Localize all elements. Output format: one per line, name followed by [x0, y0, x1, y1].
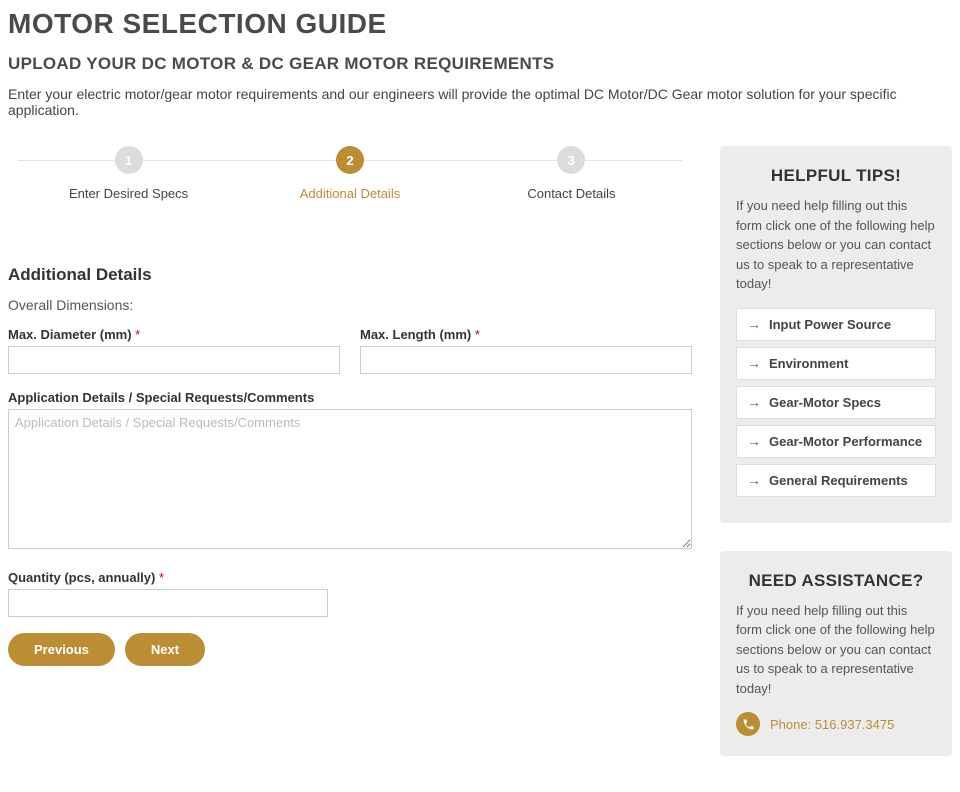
max-diameter-label: Max. Diameter (mm) *	[8, 327, 340, 342]
need-assistance-box: NEED ASSISTANCE? If you need help fillin…	[720, 551, 952, 757]
tip-item-general-requirements[interactable]: → General Requirements	[736, 464, 936, 497]
required-star: *	[135, 327, 140, 342]
previous-button[interactable]: Previous	[8, 633, 115, 666]
quantity-label-text: Quantity (pcs, annually)	[8, 570, 155, 585]
step-circle-1: 1	[115, 146, 143, 174]
tip-label: Gear-Motor Specs	[769, 395, 881, 410]
page-subtitle: UPLOAD YOUR DC MOTOR & DC GEAR MOTOR REQ…	[8, 54, 952, 74]
phone-label: Phone: 516.937.3475	[770, 717, 894, 732]
arrow-right-icon: →	[747, 473, 761, 487]
tip-label: Environment	[769, 356, 848, 371]
phone-link[interactable]: Phone: 516.937.3475	[736, 712, 936, 736]
helpful-tips-title: HELPFUL TIPS!	[736, 166, 936, 186]
arrow-right-icon: →	[747, 356, 761, 370]
app-details-textarea[interactable]	[8, 409, 692, 549]
arrow-right-icon: →	[747, 434, 761, 448]
page-title: MOTOR SELECTION GUIDE	[8, 8, 952, 40]
required-star: *	[475, 327, 480, 342]
helpful-tips-box: HELPFUL TIPS! If you need help filling o…	[720, 146, 952, 523]
required-star: *	[159, 570, 164, 585]
step-circle-2: 2	[336, 146, 364, 174]
quantity-input[interactable]	[8, 589, 328, 617]
step-label-3: Contact Details	[527, 186, 615, 201]
tip-item-gear-motor-specs[interactable]: → Gear-Motor Specs	[736, 386, 936, 419]
tip-label: Gear-Motor Performance	[769, 434, 922, 449]
step-circle-3: 3	[557, 146, 585, 174]
tip-item-gear-motor-performance[interactable]: → Gear-Motor Performance	[736, 425, 936, 458]
next-button[interactable]: Next	[125, 633, 205, 666]
section-title-additional-details: Additional Details	[8, 265, 692, 285]
max-diameter-input[interactable]	[8, 346, 340, 374]
tip-item-environment[interactable]: → Environment	[736, 347, 936, 380]
tip-item-input-power[interactable]: → Input Power Source	[736, 308, 936, 341]
tip-label: Input Power Source	[769, 317, 891, 332]
max-diameter-label-text: Max. Diameter (mm)	[8, 327, 132, 342]
step-3[interactable]: 3 Contact Details	[461, 146, 682, 201]
stepper: 1 Enter Desired Specs 2 Additional Detai…	[8, 146, 692, 241]
overall-dimensions-label: Overall Dimensions:	[8, 297, 692, 313]
arrow-right-icon: →	[747, 317, 761, 331]
helpful-tips-desc: If you need help filling out this form c…	[736, 196, 936, 294]
need-assistance-title: NEED ASSISTANCE?	[736, 571, 936, 591]
step-2[interactable]: 2 Additional Details	[239, 146, 460, 201]
tip-label: General Requirements	[769, 473, 908, 488]
quantity-label: Quantity (pcs, annually) *	[8, 570, 328, 585]
step-label-1: Enter Desired Specs	[69, 186, 188, 201]
arrow-right-icon: →	[747, 395, 761, 409]
tip-list: → Input Power Source → Environment → Gea…	[736, 308, 936, 497]
app-details-label: Application Details / Special Requests/C…	[8, 390, 692, 405]
page-intro: Enter your electric motor/gear motor req…	[8, 86, 952, 118]
max-length-label: Max. Length (mm) *	[360, 327, 692, 342]
max-length-label-text: Max. Length (mm)	[360, 327, 471, 342]
step-1[interactable]: 1 Enter Desired Specs	[18, 146, 239, 201]
phone-icon	[736, 712, 760, 736]
max-length-input[interactable]	[360, 346, 692, 374]
step-label-2: Additional Details	[300, 186, 400, 201]
need-assistance-desc: If you need help filling out this form c…	[736, 601, 936, 699]
